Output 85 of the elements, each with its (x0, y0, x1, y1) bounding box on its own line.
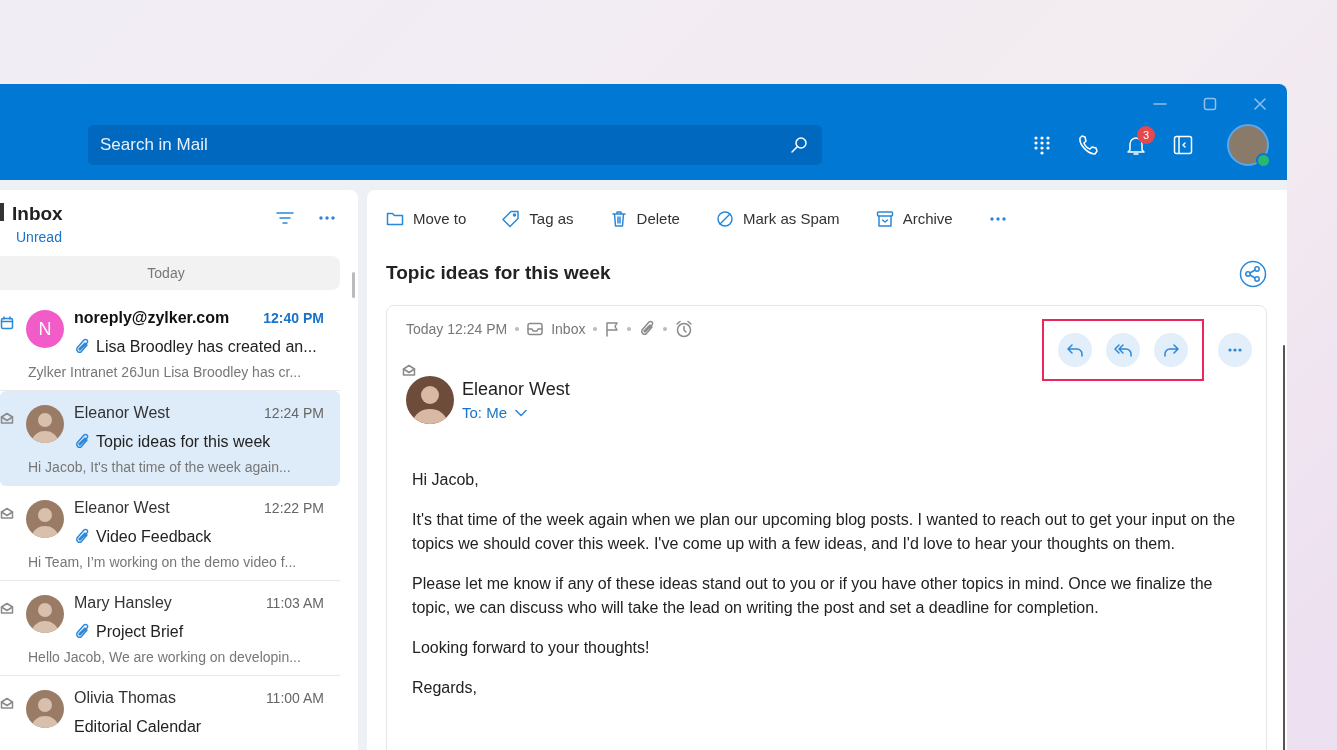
sender-photo-placeholder (26, 500, 64, 538)
notification-count: 3 (1137, 126, 1155, 144)
sender-name: Eleanor West (74, 403, 170, 423)
message-paragraph: Please let me know if any of these ideas stand out to you or if you have other topics in mind. Once we finalize the topic, we can discuss who will take the lead on writing the post and set a deadline for completion. (412, 574, 1214, 618)
message-paragraph: Regards, (412, 678, 478, 698)
mail-time: 12:40 PM (263, 308, 324, 328)
close-icon[interactable] (1253, 97, 1267, 111)
message-paragraph: Hi Jacob, (412, 470, 480, 490)
open-envelope-icon (0, 506, 14, 519)
recipients-dropdown[interactable]: To: Me (462, 401, 527, 424)
prohibited-icon (715, 210, 734, 229)
search-field[interactable]: Search in Mail (88, 125, 822, 165)
more-icon (1227, 346, 1243, 353)
sender-photo-placeholder (26, 405, 64, 443)
message-folder: Inbox (551, 319, 586, 339)
trash-icon (609, 210, 628, 229)
mail-preview: Zylker Intranet 26Jun Lisa Broodley has cr... (28, 364, 302, 380)
toolbar-action[interactable]: Mark as Spam (715, 208, 840, 231)
sender-photo-placeholder (26, 595, 64, 633)
mail-item[interactable]: Eleanor West 12:24 PM Topic ideas for this week Hi Jacob, It's that time of the week again... (0, 391, 340, 486)
mail-subject: Video Feedback (96, 527, 212, 547)
mail-time: 11:03 AM (265, 593, 324, 613)
more-icon[interactable] (988, 216, 1007, 223)
online-status-icon (1256, 153, 1271, 168)
open-envelope-icon (0, 411, 14, 424)
folder-edge-icon (0, 203, 4, 221)
mail-item[interactable]: Mary Hansley 11:03 AM Project Brief Hello Jacob, We are working on developin... (0, 581, 340, 676)
forward-button[interactable] (1154, 332, 1188, 367)
toolbar-action[interactable]: Archive (875, 208, 953, 231)
date-group-header: Today (0, 256, 340, 290)
more-actions-button[interactable] (1218, 332, 1252, 367)
reply-arrow-icon (1066, 342, 1084, 357)
more-icon[interactable] (318, 215, 336, 221)
forward-arrow-icon (1162, 342, 1180, 357)
panel-toggle-icon[interactable] (1173, 135, 1193, 155)
message-paragraph: It's that time of the week again when we plan our upcoming blog posts. I wanted to reach out to get your input on the topics we should cover this week. I've come up with a few ideas, and I'd love to hear your thoughts on them. (412, 510, 1236, 554)
maximize-icon[interactable] (1203, 97, 1217, 111)
inbox-tray-icon (527, 322, 544, 336)
unread-filter-link[interactable]: Unread (16, 227, 62, 248)
mail-time: 12:22 PM (264, 498, 324, 518)
open-envelope-icon (0, 696, 14, 709)
chevron-down-icon (515, 408, 527, 417)
profile-avatar[interactable] (1227, 124, 1269, 166)
message-date: Today 12:24 PM (406, 319, 508, 339)
mail-subject: Lisa Broodley has created an... (96, 337, 317, 357)
mail-item[interactable]: Olivia Thomas 11:00 AM Editorial Calendar (0, 676, 340, 750)
mail-subject: Topic ideas for this week (96, 432, 271, 452)
folder-title: Inbox (12, 203, 63, 225)
message-subject: Topic ideas for this week (386, 261, 611, 286)
message-sender: Eleanor West (462, 377, 570, 401)
sender-name: Mary Hansley (74, 593, 172, 613)
alarm-clock-icon[interactable] (675, 320, 694, 338)
open-envelope-icon (402, 364, 416, 377)
sender-name: noreply@zylker.com (74, 308, 230, 328)
toolbar-action[interactable]: Move to (386, 208, 467, 231)
search-icon[interactable] (790, 136, 808, 154)
sender-photo-placeholder (26, 690, 64, 728)
archive-box-icon (875, 210, 894, 229)
share-icon[interactable] (1239, 259, 1267, 288)
open-envelope-icon (0, 601, 14, 614)
flag-icon[interactable] (605, 321, 620, 337)
sender-name: Olivia Thomas (74, 688, 176, 708)
toolbar-action[interactable]: Delete (609, 208, 680, 231)
toolbar-action[interactable]: Tag as (502, 208, 574, 231)
message-paragraph: Looking forward to your thoughts! (412, 638, 651, 658)
mail-time: 11:00 AM (265, 688, 324, 708)
filter-icon[interactable] (276, 211, 294, 225)
sender-photo-placeholder (406, 375, 454, 424)
mail-preview: Hi Jacob, It's that time of the week again... (28, 459, 291, 475)
paperclip-icon[interactable] (639, 320, 656, 338)
mail-preview: Hi Team, I’m working on the demo video f... (28, 554, 297, 570)
mail-preview: Hello Jacob, We are working on developin... (28, 649, 301, 665)
reply-all-button[interactable] (1106, 332, 1140, 367)
phone-icon[interactable] (1077, 134, 1099, 156)
mail-item[interactable]: Eleanor West 12:22 PM Video Feedback Hi Team, I’m working on the demo video f... (0, 486, 340, 581)
dialpad-icon[interactable] (1033, 135, 1051, 155)
reply-button[interactable] (1058, 332, 1092, 367)
mail-time: 12:24 PM (264, 403, 324, 423)
mail-subject: Editorial Calendar (74, 717, 202, 737)
mail-subject: Project Brief (96, 622, 184, 642)
tag-icon (502, 210, 521, 229)
sender-avatar: N (26, 310, 64, 348)
sender-name: Eleanor West (74, 498, 170, 518)
calendar-icon (0, 315, 14, 330)
double-reply-arrow-icon (1113, 342, 1133, 357)
